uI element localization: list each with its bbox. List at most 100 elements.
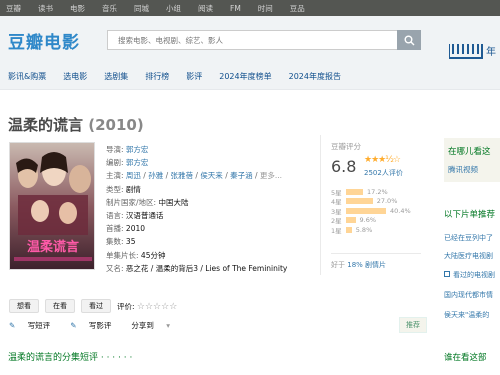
director-link[interactable]: 郭方宏 bbox=[126, 145, 149, 154]
nav-charts[interactable]: 排行榜 bbox=[145, 71, 169, 82]
cast-link[interactable]: 侯天来 bbox=[200, 171, 223, 180]
aka-value: 恶之花 / 温柔的背后3 / Lies of The Femininity bbox=[125, 263, 288, 273]
write-short-comment[interactable]: ✎ 写短评 bbox=[9, 320, 60, 331]
subject-info: 导演: 郭方宏 编剧: 郭方宏 主演: 周迅 / 孙雅 / 张雅蓓 / 侯天来 … bbox=[106, 145, 288, 273]
language-label: 语言: bbox=[106, 211, 124, 221]
site-header: 豆瓣电影 2 年 bbox=[0, 16, 500, 64]
genre-value: 剧情 bbox=[125, 184, 141, 194]
rating-bar bbox=[346, 226, 352, 233]
better-prefix: 好于 bbox=[331, 261, 348, 269]
movie-nav: 影讯&购票 选电影 选剧集 排行榜 影评 2024年度榜单 2024年度报告 bbox=[0, 64, 500, 90]
episodes-value: 35 bbox=[125, 237, 136, 247]
page-title: 温柔的谎言 (2010) bbox=[8, 114, 144, 135]
poster-art: 温柔谎言 bbox=[10, 143, 94, 269]
cast-more-link[interactable]: 更多... bbox=[260, 171, 282, 180]
global-nav-time[interactable]: 时间 bbox=[258, 3, 273, 14]
my-rating: 评价: ☆☆☆☆☆ bbox=[117, 301, 177, 312]
write-review-label: 写影评 bbox=[88, 321, 112, 330]
nav-annual-list[interactable]: 2024年度榜单 bbox=[219, 71, 271, 82]
user-actions: 想看 在看 看过 评价: ☆☆☆☆☆ bbox=[9, 299, 177, 313]
country-label: 制片国家/地区: bbox=[106, 197, 157, 207]
my-rating-label: 评价: bbox=[117, 301, 135, 311]
want-to-watch-button[interactable]: 想看 bbox=[9, 299, 39, 313]
douban-movie-logo[interactable]: 豆瓣电影 bbox=[8, 28, 80, 53]
search-button[interactable] bbox=[397, 30, 421, 50]
poster-image[interactable]: 温柔谎言 bbox=[9, 142, 95, 270]
cast-link[interactable]: 秦子涵 bbox=[230, 171, 253, 180]
rating-bar bbox=[346, 198, 373, 205]
cast-link[interactable]: 张雅蓓 bbox=[171, 171, 194, 180]
rating-bar bbox=[346, 207, 386, 214]
write-short-label: 写短评 bbox=[27, 321, 51, 330]
watched-button[interactable]: 看过 bbox=[81, 299, 111, 313]
watching-button[interactable]: 在看 bbox=[45, 299, 75, 313]
episodes-label: 集数: bbox=[106, 237, 124, 247]
rating-count-link[interactable]: 2502人评价 bbox=[364, 168, 403, 178]
star-label: 3星 bbox=[331, 207, 342, 216]
director-label: 导演: bbox=[106, 145, 124, 154]
premiere-value: 2010 bbox=[125, 224, 146, 234]
who-is-watching-heading: 谁在看这部 bbox=[444, 353, 487, 363]
playlist-item[interactable]: 侯天来"温柔的 bbox=[444, 310, 489, 320]
rating-bar bbox=[346, 188, 364, 195]
global-nav-groups[interactable]: 小组 bbox=[166, 3, 181, 14]
streaming-source-link[interactable]: 腾讯视频 bbox=[448, 164, 500, 175]
nav-select-tv[interactable]: 选剧集 bbox=[104, 71, 128, 82]
better-genre-link[interactable]: 剧情片 bbox=[363, 261, 386, 269]
rating-label: 豆瓣评分 bbox=[331, 142, 361, 151]
writer-label: 编剧: bbox=[106, 158, 124, 168]
better-pct-link[interactable]: 18% bbox=[347, 261, 363, 269]
where-to-watch: 在哪儿看这 腾讯视频 bbox=[444, 138, 500, 182]
dropdown-arrow-icon: ▾ bbox=[166, 321, 171, 330]
rating-row: 5星 17.2% bbox=[331, 187, 411, 197]
annual-report-promo[interactable]: 2 年 bbox=[449, 44, 500, 92]
write-review[interactable]: ✎ 写影评 bbox=[70, 320, 121, 331]
cast-link[interactable]: 孙雅 bbox=[148, 171, 163, 180]
genre-label: 类型: bbox=[106, 184, 124, 194]
runtime-label: 单集片长: bbox=[106, 250, 139, 260]
global-nav-books[interactable]: 读书 bbox=[38, 3, 53, 14]
share-label: 分享到 bbox=[131, 321, 154, 330]
global-nav-market[interactable]: 豆品 bbox=[290, 3, 305, 14]
global-nav-bar: 豆瓣 读书 电影 音乐 同城 小组 阅读 FM 时间 豆品 bbox=[0, 0, 500, 16]
playlist-item[interactable]: 看过的电视剧 bbox=[444, 270, 495, 280]
global-nav-music[interactable]: 音乐 bbox=[102, 3, 117, 14]
episode-comments-heading: 温柔的谎言的分集短评 · · · · · · bbox=[8, 353, 133, 363]
star-label: 4星 bbox=[331, 198, 342, 207]
sidebar: 在哪儿看这 腾讯视频 以下片单推荐 已经在豆列中了 大陆医疗电视剧 看过的电视剧… bbox=[444, 138, 500, 363]
nav-select-movie[interactable]: 选电影 bbox=[63, 71, 87, 82]
subject-year: (2010) bbox=[88, 116, 144, 134]
search-box bbox=[107, 30, 397, 50]
rating-panel: 豆瓣评分 6.8 ★★★½☆ 2502人评价 5星 17.2% 4星 27.0% 3… bbox=[320, 135, 421, 275]
playlist-item[interactable]: 已经在豆列中了 bbox=[444, 233, 493, 243]
recommend-button[interactable]: 推荐 bbox=[399, 317, 427, 333]
rating-stars-icon: ★★★½☆ bbox=[364, 155, 401, 165]
nav-tickets[interactable]: 影讯&购票 bbox=[8, 71, 46, 82]
playlist-item[interactable]: 大陆医疗电视剧 bbox=[444, 251, 493, 261]
playlist-heading: 以下片单推荐 bbox=[444, 210, 496, 220]
rating-pct: 9.6% bbox=[359, 216, 377, 225]
playlist-item[interactable]: 国内现代都市情 bbox=[444, 290, 493, 300]
global-nav-douban[interactable]: 豆瓣 bbox=[6, 3, 21, 14]
rate-stars-icon[interactable]: ☆☆☆☆☆ bbox=[137, 302, 177, 312]
global-nav-fm[interactable]: FM bbox=[230, 4, 241, 13]
writer-link[interactable]: 郭方宏 bbox=[126, 158, 149, 167]
svg-text:温柔谎言: 温柔谎言 bbox=[27, 239, 79, 255]
nav-annual-report[interactable]: 2024年度报告 bbox=[289, 71, 341, 82]
cast-label: 主演: bbox=[106, 171, 124, 181]
rating-pct: 17.2% bbox=[367, 187, 388, 196]
search-input[interactable] bbox=[108, 31, 397, 49]
promo-year-suffix: 年 bbox=[486, 47, 496, 58]
rating-row: 4星 27.0% bbox=[331, 197, 411, 207]
cast-link[interactable]: 周迅 bbox=[126, 171, 141, 180]
star-label: 2星 bbox=[331, 217, 342, 226]
nav-reviews[interactable]: 影评 bbox=[186, 71, 202, 82]
rating-row: 3星 40.4% bbox=[331, 206, 411, 216]
global-nav-movies[interactable]: 电影 bbox=[70, 3, 85, 14]
global-nav-local[interactable]: 同城 bbox=[134, 3, 149, 14]
share-dropdown[interactable]: 分享到 ▾ bbox=[131, 320, 180, 331]
global-nav-read[interactable]: 阅读 bbox=[198, 3, 213, 14]
rating-breakdown: 5星 17.2% 4星 27.0% 3星 40.4% 2星 9.6% 1星 5.8% bbox=[331, 187, 411, 235]
star-label: 1星 bbox=[331, 226, 342, 235]
language-value: 汉语普通话 bbox=[125, 211, 164, 221]
